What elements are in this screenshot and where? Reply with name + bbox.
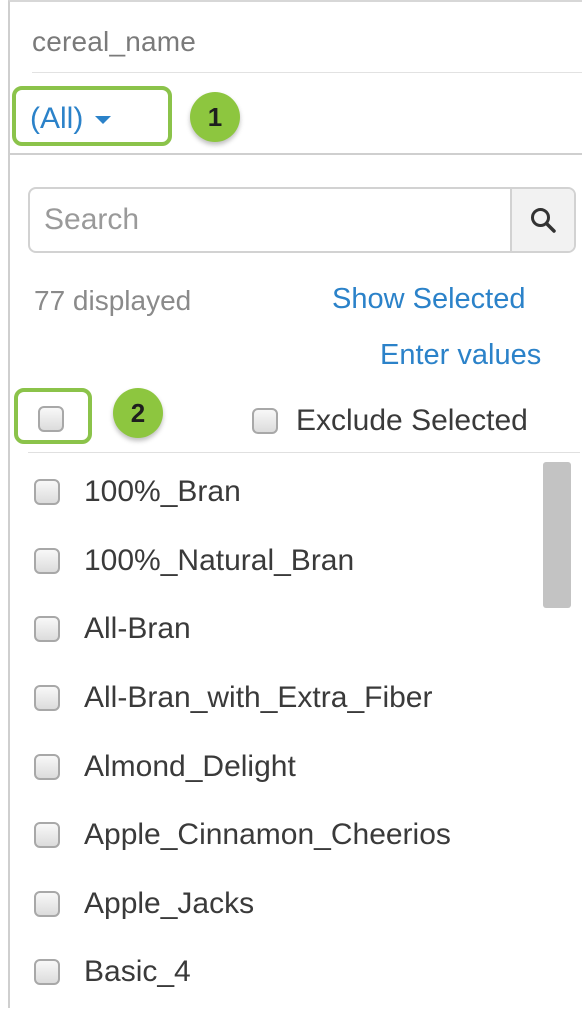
enter-values-link[interactable]: Enter values xyxy=(380,339,541,372)
item-label: 100%_Natural_Bran xyxy=(84,543,355,577)
show-selected-link[interactable]: Show Selected xyxy=(332,283,525,316)
item-label: 100%_Bran xyxy=(84,475,241,509)
item-label: Apple_Cinnamon_Cheerios xyxy=(84,818,451,852)
item-checkbox[interactable] xyxy=(34,616,60,643)
search-input[interactable] xyxy=(30,189,510,251)
scrollbar-thumb[interactable] xyxy=(543,462,571,608)
annotation-badge-1: 1 xyxy=(190,92,240,142)
list-item[interactable]: Apple_Jacks xyxy=(34,870,534,939)
divider xyxy=(32,72,582,73)
item-label: All-Bran_with_Extra_Fiber xyxy=(84,681,433,715)
search-box xyxy=(28,187,576,253)
value-list: 100%_Bran 100%_Natural_Bran All-Bran All… xyxy=(34,458,534,1007)
exclude-selected-checkbox[interactable] xyxy=(252,408,278,434)
field-name-label: cereal_name xyxy=(32,26,197,57)
list-item[interactable]: All-Bran_with_Extra_Fiber xyxy=(34,664,534,733)
list-scrollbar[interactable] xyxy=(543,462,571,1010)
list-item[interactable]: All-Bran xyxy=(34,595,534,664)
exclude-selected-label: Exclude Selected xyxy=(296,404,528,437)
list-item[interactable]: 100%_Bran xyxy=(34,458,534,527)
list-item[interactable]: Basic_4 xyxy=(34,938,534,1007)
dropdown-value: (All) xyxy=(30,102,84,135)
item-checkbox[interactable] xyxy=(34,890,60,917)
list-item[interactable]: Almond_Delight xyxy=(34,732,534,801)
displayed-count: 77 displayed xyxy=(34,285,192,316)
divider xyxy=(10,153,582,155)
exclude-selected-option[interactable]: Exclude Selected xyxy=(252,404,528,438)
list-item[interactable]: Apple_Cinnamon_Cheerios xyxy=(34,801,534,870)
caret-down-icon xyxy=(95,116,112,124)
divider xyxy=(28,452,580,453)
item-label: Almond_Delight xyxy=(84,749,296,783)
filter-panel: cereal_name (All) 1 77 displayed Show Se… xyxy=(8,0,582,1008)
item-label: Basic_4 xyxy=(84,955,191,989)
item-checkbox[interactable] xyxy=(34,822,60,849)
item-checkbox[interactable] xyxy=(34,479,60,506)
search-button[interactable] xyxy=(510,189,574,251)
list-item[interactable]: 100%_Natural_Bran xyxy=(34,527,534,596)
item-label: All-Bran xyxy=(84,612,191,646)
item-label: Apple_Jacks xyxy=(84,886,255,920)
item-checkbox[interactable] xyxy=(34,959,60,986)
select-all-checkbox[interactable] xyxy=(38,406,64,432)
item-checkbox[interactable] xyxy=(34,685,60,712)
all-values-dropdown[interactable]: (All) xyxy=(30,102,112,136)
item-checkbox[interactable] xyxy=(34,547,60,574)
item-checkbox[interactable] xyxy=(34,753,60,780)
search-icon xyxy=(531,208,556,233)
annotation-badge-2: 2 xyxy=(113,388,163,438)
